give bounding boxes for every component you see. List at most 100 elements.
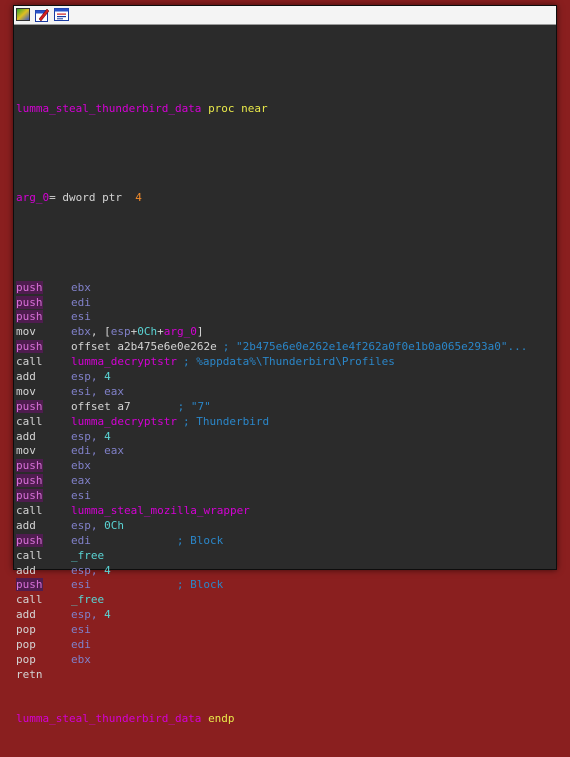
mnemonic: call: [16, 593, 43, 607]
instruction-line[interactable]: add esp, 4: [16, 564, 554, 579]
comment: ; %appdata%\Thunderbird\Profiles: [182, 355, 395, 369]
print-graph-icon[interactable]: [53, 7, 69, 22]
graph-toolbar: [14, 6, 556, 25]
instruction-line[interactable]: mov esi, eax: [16, 385, 554, 400]
operands[interactable]: edi: [71, 296, 91, 309]
operands[interactable]: edi, eax: [71, 444, 124, 457]
operands[interactable]: esp, 4: [71, 370, 111, 383]
arg-definition[interactable]: arg_0= dword ptr 4: [16, 191, 554, 206]
instruction-line[interactable]: call lumma_steal_mozilla_wrapper: [16, 504, 554, 519]
mnemonic: mov: [16, 325, 36, 339]
mnemonic: retn: [16, 667, 43, 681]
mnemonic: add: [16, 518, 36, 532]
operands[interactable]: esi: [71, 489, 91, 502]
arg-name[interactable]: arg_0: [16, 191, 49, 204]
mnemonic: add: [16, 608, 36, 622]
disassembly-window: lumma_steal_thunderbird_data proc near a…: [13, 5, 557, 725]
operands[interactable]: offset a2b475e6e0e262e: [71, 340, 217, 353]
mnemonic: push: [16, 489, 43, 503]
mnemonic: mov: [16, 444, 36, 458]
instruction-line[interactable]: push edi ; Block: [16, 533, 554, 549]
instruction-line[interactable]: mov ebx, [esp+0Ch+arg_0]: [16, 325, 554, 340]
operands[interactable]: ebx: [71, 653, 91, 666]
mnemonic: push: [16, 474, 43, 488]
operands[interactable]: esi, eax: [71, 385, 124, 398]
instruction-line[interactable]: call lumma_decryptstr ; %appdata%\Thunderb…: [16, 355, 554, 370]
mnemonic: call: [16, 355, 43, 369]
operands[interactable]: esp, 4: [71, 564, 111, 577]
comment: ; "2b475e6e0e262e1e4f262a0f0e1b0a065e293…: [222, 340, 528, 354]
instruction-line[interactable]: add esp, 4: [16, 430, 554, 445]
operands[interactable]: _free: [71, 549, 104, 562]
mnemonic: mov: [16, 384, 36, 398]
instruction-line[interactable]: retn: [16, 668, 554, 683]
proc-header[interactable]: lumma_steal_thunderbird_data proc near: [16, 102, 554, 117]
mnemonic: pop: [16, 623, 36, 637]
operands[interactable]: offset a7: [71, 400, 131, 413]
instruction-list: push ebx push edi push esi mov ebx, [esp+0Ch+ar…: [16, 280, 554, 683]
operands[interactable]: lumma_steal_mozilla_wrapper: [71, 504, 250, 517]
mnemonic: push: [16, 295, 43, 309]
instruction-line[interactable]: push edi: [16, 295, 554, 311]
comment: ; Thunderbird: [182, 414, 270, 428]
mnemonic: push: [16, 399, 43, 413]
instruction-line[interactable]: push esi ; Block: [16, 578, 554, 593]
operands[interactable]: lumma_decryptstr: [71, 355, 177, 368]
mnemonic: add: [16, 429, 36, 443]
proc-footer[interactable]: lumma_steal_thunderbird_data endp: [16, 712, 554, 727]
proc-end-name[interactable]: lumma_steal_thunderbird_data: [16, 712, 201, 725]
operands[interactable]: esi: [71, 578, 91, 591]
comment: ; Block: [176, 578, 224, 592]
instruction-line[interactable]: add esp, 0Ch: [16, 519, 554, 534]
operands[interactable]: ebx: [71, 281, 91, 294]
mnemonic: call: [16, 503, 43, 517]
mnemonic: add: [16, 369, 36, 383]
mnemonic: pop: [16, 638, 36, 651]
operands[interactable]: ebx, [esp+0Ch+arg_0]: [71, 325, 204, 338]
proc-name[interactable]: lumma_steal_thunderbird_data: [16, 102, 201, 115]
mnemonic: call: [16, 414, 43, 428]
instruction-line[interactable]: add esp, 4: [16, 608, 554, 623]
instruction-line[interactable]: push ebx: [16, 459, 554, 474]
operands[interactable]: edi: [71, 534, 91, 547]
operands[interactable]: _free: [71, 593, 104, 606]
instruction-line[interactable]: push esi: [16, 489, 554, 504]
operands[interactable]: lumma_decryptstr: [71, 415, 177, 428]
mnemonic: pop: [16, 652, 36, 666]
mnemonic: push: [16, 533, 43, 547]
instruction-line[interactable]: call _free: [16, 549, 554, 564]
comment: ; "7": [177, 399, 211, 413]
instruction-line[interactable]: call _free: [16, 593, 554, 608]
mnemonic: push: [16, 340, 43, 354]
operands[interactable]: esp, 0Ch: [71, 519, 124, 532]
mnemonic: add: [16, 563, 36, 577]
proc-keyword: proc near: [208, 101, 268, 115]
instruction-line[interactable]: push offset a2b475e6e0e262e ; "2b475e6e0e2…: [16, 340, 554, 355]
comment: ; Block: [176, 533, 224, 547]
instruction-line[interactable]: push ebx: [16, 280, 554, 296]
operands[interactable]: edi: [71, 638, 91, 651]
instruction-line[interactable]: push eax: [16, 474, 554, 489]
mnemonic: push: [16, 310, 43, 324]
mnemonic: push: [16, 459, 43, 473]
graph-overview-icon[interactable]: [15, 7, 31, 22]
mnemonic: push: [16, 280, 43, 294]
operands[interactable]: eax: [71, 474, 91, 487]
operands[interactable]: ebx: [71, 459, 91, 472]
assembly-listing: lumma_steal_thunderbird_data proc near a…: [16, 72, 554, 757]
instruction-line[interactable]: push esi: [16, 310, 554, 325]
instruction-line[interactable]: push offset a7 ; "7": [16, 399, 554, 415]
instruction-line[interactable]: pop ebx: [16, 653, 554, 668]
instruction-line[interactable]: pop esi: [16, 623, 554, 638]
instruction-line[interactable]: mov edi, eax: [16, 444, 554, 459]
instruction-line[interactable]: add esp, 4: [16, 370, 554, 385]
mnemonic: push: [16, 578, 43, 592]
operands[interactable]: esi: [71, 623, 91, 636]
operands[interactable]: esi: [71, 310, 91, 323]
operands[interactable]: esp, 4: [71, 608, 111, 621]
instruction-line[interactable]: pop edi: [16, 638, 554, 653]
edit-graph-icon[interactable]: [34, 7, 50, 22]
endp-keyword: endp: [208, 712, 235, 726]
instruction-line[interactable]: call lumma_decryptstr ; Thunderbird: [16, 415, 554, 430]
operands[interactable]: esp, 4: [71, 430, 111, 443]
